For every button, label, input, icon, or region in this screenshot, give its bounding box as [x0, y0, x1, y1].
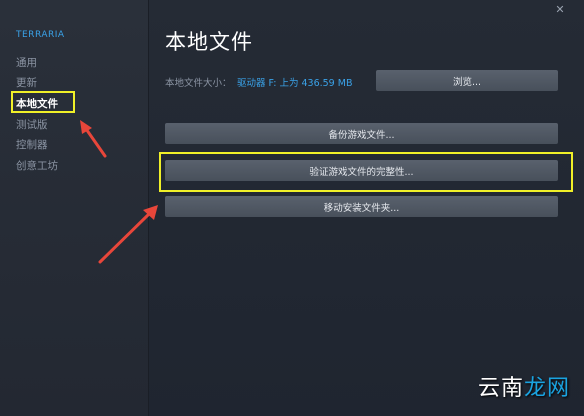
sidebar-item-updates[interactable]: 更新: [16, 75, 37, 90]
local-files-size-label: 本地文件大小：: [165, 78, 232, 89]
browse-button[interactable]: 浏览...: [376, 70, 558, 91]
sidebar-item-workshop[interactable]: 创意工坊: [16, 158, 58, 173]
local-files-size-value: 驱动器 F: 上为 436.59 MB: [237, 78, 353, 89]
watermark-logo: 云南龙网: [478, 370, 570, 402]
move-install-folder-button[interactable]: 移动安装文件夹...: [165, 196, 558, 217]
backup-game-files-button[interactable]: 备份游戏文件...: [165, 123, 558, 144]
watermark-text-right: 龙网: [523, 376, 570, 401]
sidebar: TERRARIA 通用 更新 本地文件 测试版 控制器 创意工坊: [0, 0, 149, 416]
sidebar-item-betas[interactable]: 测试版: [16, 117, 48, 132]
page-title: 本地文件: [165, 30, 253, 54]
sidebar-item-general[interactable]: 通用: [16, 55, 37, 70]
verify-highlight-box: [159, 152, 573, 192]
sidebar-item-controller[interactable]: 控制器: [16, 137, 48, 152]
local-files-highlight-box: [11, 91, 75, 113]
close-icon[interactable]: ✕: [554, 4, 566, 16]
properties-window: TERRARIA 通用 更新 本地文件 测试版 控制器 创意工坊 ✕ 本地文件 …: [0, 0, 584, 416]
game-title: TERRARIA: [16, 30, 65, 40]
watermark-text-left: 云南: [477, 376, 524, 401]
